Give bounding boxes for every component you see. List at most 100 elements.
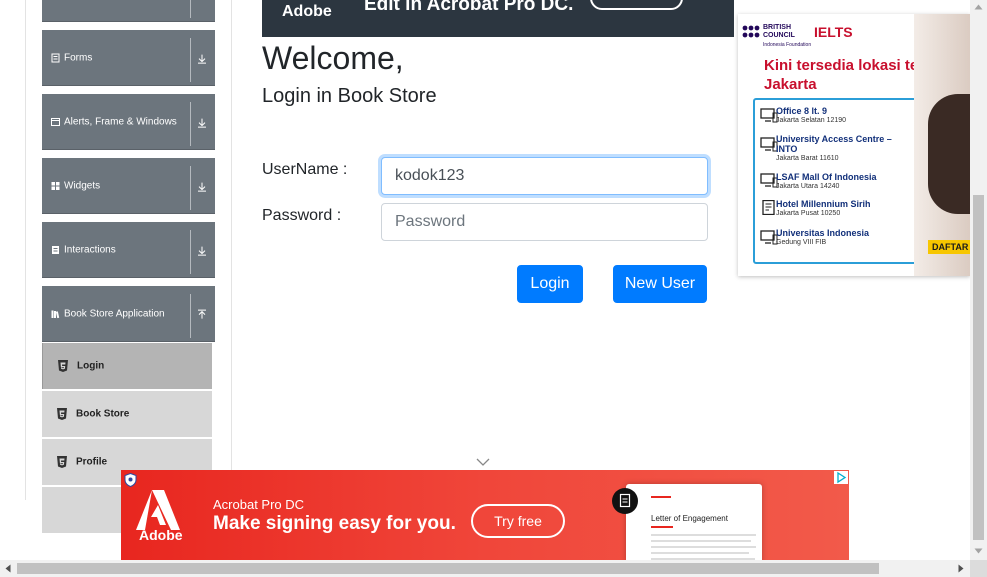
- ad-document-preview: Letter of Engagement: [626, 484, 762, 560]
- doc-line: [651, 552, 749, 554]
- sidebar-left-border: [25, 0, 26, 500]
- sign-document-icon: [612, 488, 638, 514]
- scroll-down-arrow-icon[interactable]: [974, 548, 983, 554]
- scroll-right-arrow-icon[interactable]: [958, 564, 964, 573]
- try-free-button[interactable]: Try free: [471, 504, 565, 538]
- location-item: Hotel Millennium Sirih Jakarta Pusat 1025…: [776, 199, 871, 219]
- doc-line: [651, 496, 671, 498]
- sidebar-group-interactions[interactable]: Interactions: [42, 222, 215, 278]
- location-address: Jakarta Pusat 10250: [776, 210, 841, 217]
- window-icon: [51, 117, 60, 126]
- location-name: University Access Centre – INTO: [776, 134, 892, 154]
- location-address: Gedung VIII FIB: [776, 239, 827, 246]
- bottom-ad-banner[interactable]: Adobe Acrobat Pro DC Make signing easy f…: [121, 470, 849, 560]
- ad-cta-button[interactable]: DAFTAR: [928, 240, 970, 254]
- grid-icon: [51, 181, 60, 190]
- ad-product: Acrobat Pro DC: [213, 497, 305, 512]
- ad-cta-button[interactable]: [590, 0, 683, 10]
- location-name: Hotel Millennium Sirih: [776, 199, 871, 209]
- ad-org: BRITISH COUNCIL: [763, 24, 795, 39]
- form-icon: [51, 53, 60, 62]
- location-address: Jakarta Barat 11610: [776, 155, 839, 162]
- sidebar-right-border: [231, 0, 232, 500]
- username-label: UserName :: [262, 161, 348, 178]
- vertical-scrollbar[interactable]: [970, 0, 987, 562]
- divider: [190, 38, 191, 82]
- sidebar-item-book-store[interactable]: Book Store: [42, 391, 212, 437]
- sidebar-group-collapsed[interactable]: [42, 0, 215, 22]
- horizontal-scrollbar[interactable]: [0, 560, 970, 577]
- scroll-left-arrow-icon[interactable]: [5, 564, 11, 573]
- ad-tagline: Make signing easy for you.: [213, 513, 456, 534]
- sidebar-item-label: Profile: [76, 456, 108, 468]
- location-item: University Access Centre – INTO Jakarta B…: [776, 134, 896, 164]
- page-subtitle: Login in Book Store: [262, 85, 437, 107]
- sidebar-group-label: Widgets: [64, 180, 101, 191]
- adchoices-triangle-icon: [837, 471, 847, 484]
- ad-brand: Adobe: [139, 527, 183, 543]
- location-address: Jakarta Utara 14240: [776, 183, 840, 190]
- location-item: LSAF Mall Of Indonesia Jakarta Utara 1424…: [776, 172, 877, 192]
- password-input[interactable]: [381, 203, 708, 241]
- scrollbar-thumb[interactable]: [17, 563, 879, 574]
- sidebar-group-alerts[interactable]: Alerts, Frame & Windows: [42, 94, 215, 150]
- location-name: Universitas Indonesia: [776, 228, 870, 238]
- location-name: Office 8 lt. 9: [776, 106, 828, 116]
- html5-icon: [57, 408, 67, 420]
- scrollbar-corner: [970, 560, 987, 577]
- location-address: Jakarta Selatan 12190: [776, 117, 847, 124]
- sidebar-item-login[interactable]: Login: [42, 343, 212, 389]
- ad-foundation: Indonesia Foundation: [763, 42, 812, 48]
- download-arrow-icon: [198, 246, 206, 256]
- sidebar-item-label: Book Store: [76, 408, 130, 420]
- location-item: Universitas Indonesia Gedung VIII FIB: [776, 228, 869, 248]
- document-sign-icon: [619, 493, 631, 508]
- interaction-icon: [52, 245, 59, 254]
- sidebar-group-forms[interactable]: Forms: [42, 30, 215, 86]
- divider: [190, 294, 191, 338]
- ad-photo: [914, 14, 970, 276]
- chevron-down-icon[interactable]: [476, 456, 490, 468]
- ad-photo-subject: [928, 94, 970, 214]
- scrollbar-thumb[interactable]: [973, 195, 984, 540]
- doc-line: [651, 526, 673, 528]
- username-input[interactable]: [381, 157, 708, 195]
- doc-line: [651, 540, 751, 542]
- password-label: Password :: [262, 207, 342, 224]
- location-name: LSAF Mall Of Indonesia: [776, 172, 877, 182]
- divider: [190, 102, 191, 146]
- doc-line: [651, 546, 756, 548]
- ad-brand: Adobe: [282, 3, 332, 20]
- download-arrow-icon: [198, 118, 206, 128]
- divider: [190, 230, 191, 274]
- sidebar-group-label: Forms: [64, 52, 93, 63]
- british-council-logo-icon: [742, 25, 760, 38]
- shield-icon[interactable]: [124, 473, 137, 487]
- document-title: Letter of Engagement: [651, 514, 728, 523]
- sidebar-group-label: Interactions: [64, 244, 116, 255]
- adchoices-icon[interactable]: [834, 471, 848, 484]
- ad-headline: Edit in Acrobat Pro DC.: [364, 0, 574, 15]
- page-root: Forms Alerts, Frame & Windows Widgets In…: [0, 0, 987, 577]
- top-ad-banner[interactable]: Adobe Edit in Acrobat Pro DC.: [262, 0, 734, 37]
- book-icon: [51, 310, 60, 318]
- html5-icon: [58, 360, 68, 372]
- right-ad-banner[interactable]: BRITISH COUNCIL IELTS Indonesia Foundati…: [738, 14, 970, 276]
- download-arrow-icon: [198, 54, 206, 64]
- sidebar-group-book-store[interactable]: Book Store Application: [42, 286, 215, 342]
- location-item: Office 8 lt. 9 Jakarta Selatan 12190: [776, 106, 846, 126]
- divider: [190, 166, 191, 210]
- sidebar-group-label: Alerts, Frame & Windows: [64, 116, 177, 127]
- download-arrow-icon: [198, 182, 206, 192]
- ad-brand: IELTS: [814, 24, 853, 40]
- divider: [190, 0, 191, 18]
- upload-arrow-icon: [198, 309, 206, 319]
- adobe-logo-icon: [136, 490, 180, 530]
- sidebar-item-label: Login: [77, 360, 105, 372]
- login-button[interactable]: Login: [517, 265, 583, 303]
- sidebar-group-widgets[interactable]: Widgets: [42, 158, 215, 214]
- sidebar-group-label: Book Store Application: [64, 308, 165, 319]
- doc-line: [651, 534, 756, 536]
- new-user-button[interactable]: New User: [613, 265, 707, 303]
- scroll-up-arrow-icon[interactable]: [974, 4, 983, 10]
